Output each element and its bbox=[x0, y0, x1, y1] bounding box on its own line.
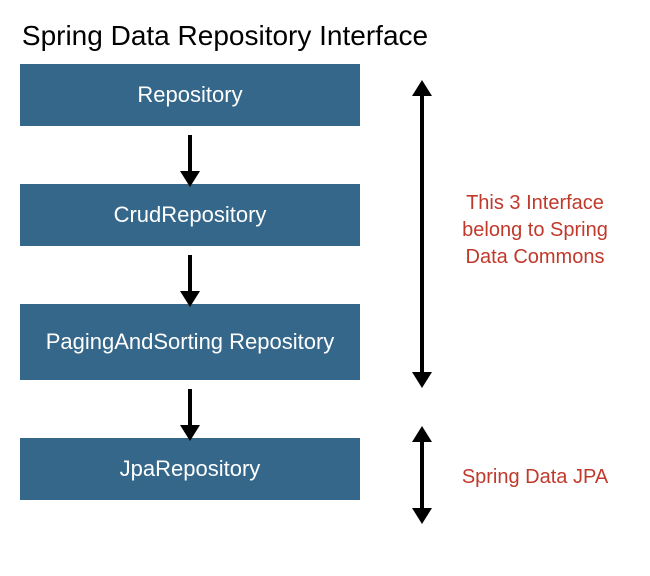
box-jpa-repository: JpaRepository bbox=[20, 438, 360, 500]
diagram-area: Repository CrudRepository PagingAndSorti… bbox=[20, 64, 430, 500]
box-repository: Repository bbox=[20, 64, 360, 126]
bracket-commons bbox=[420, 94, 424, 374]
box-crud-repository: CrudRepository bbox=[20, 184, 360, 246]
arrow-paging-to-jpa bbox=[20, 380, 360, 438]
arrow-down-icon bbox=[188, 135, 192, 175]
annotation-commons: This 3 Interface belong to Spring Data C… bbox=[450, 190, 620, 271]
arrow-down-icon bbox=[188, 255, 192, 295]
arrow-crud-to-paging bbox=[20, 246, 360, 304]
box-paging-sorting-repository: PagingAndSorting Repository bbox=[20, 304, 360, 380]
arrow-repository-to-crud bbox=[20, 126, 360, 184]
annotation-jpa: Spring Data JPA bbox=[450, 464, 620, 491]
arrow-down-icon bbox=[188, 389, 192, 429]
diagram-title: Spring Data Repository Interface bbox=[20, 0, 430, 64]
bracket-jpa bbox=[420, 440, 424, 510]
